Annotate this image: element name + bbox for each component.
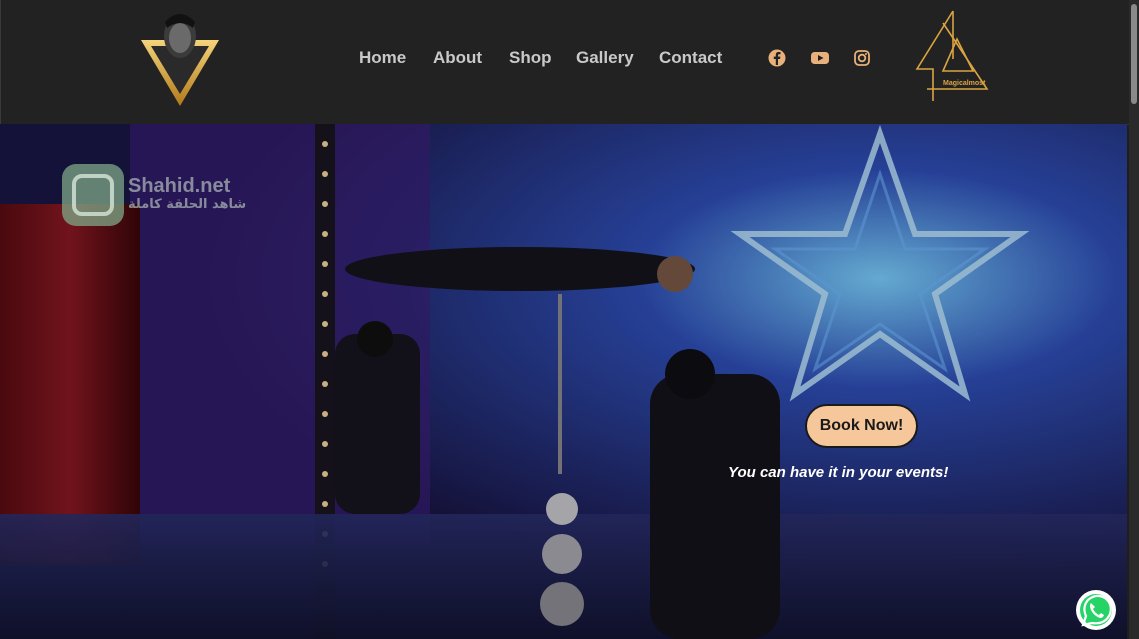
instagram-icon[interactable] bbox=[853, 49, 871, 67]
nav-contact[interactable]: Contact bbox=[659, 48, 722, 68]
site-logo[interactable] bbox=[139, 8, 221, 108]
whatsapp-icon[interactable] bbox=[1075, 589, 1117, 631]
nav-about[interactable]: About bbox=[433, 48, 482, 68]
hero-section: Shahid.net شاهد الحلقة كاملة bbox=[0, 124, 1127, 639]
magicalmost-logo-text: Magicalmost bbox=[943, 80, 986, 87]
facebook-icon[interactable] bbox=[768, 49, 786, 67]
magicalmost-logo[interactable] bbox=[913, 9, 991, 105]
book-now-button[interactable]: Book Now! bbox=[805, 404, 918, 448]
scrollbar-thumb[interactable] bbox=[1131, 4, 1137, 104]
nav-shop[interactable]: Shop bbox=[509, 48, 552, 68]
nav-home[interactable]: Home bbox=[359, 48, 406, 68]
youtube-icon[interactable] bbox=[810, 49, 830, 67]
hero-tagline: You can have it in your events! bbox=[728, 464, 949, 481]
nav-gallery[interactable]: Gallery bbox=[576, 48, 634, 68]
site-header: Home About Shop Gallery Contact Magicalm… bbox=[0, 0, 1130, 125]
watermark-title: Shahid.net bbox=[128, 175, 231, 197]
watermark-subtitle: شاهد الحلقة كاملة bbox=[128, 197, 247, 212]
